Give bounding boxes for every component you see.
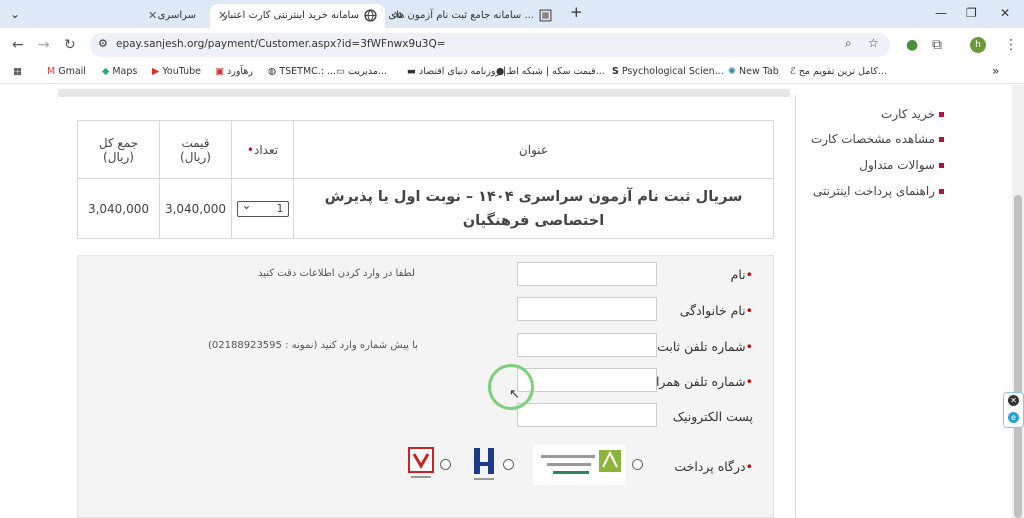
tab-label: سراسری: [157, 10, 196, 21]
sidebar-item-faq[interactable]: سوالات متداول: [859, 158, 944, 172]
email-input[interactable]: [517, 403, 657, 427]
url-text[interactable]: epay.sanjesh.org/payment/Customer.aspx?i…: [116, 38, 446, 50]
email-label: پست الکترونیک: [672, 409, 753, 424]
sidebar-item-buy-card[interactable]: خرید کارت: [881, 107, 944, 121]
phone-hint: با پیش شماره وارد کنید (نمونه : 02188923…: [208, 340, 418, 351]
phone-input[interactable]: [517, 333, 657, 357]
gateway-radio-melli[interactable]: [440, 459, 451, 470]
maximize-button[interactable]: ❐: [966, 6, 977, 20]
name-hint: لطفا در وارد کردن اطلاعات دقت کنید: [258, 268, 415, 279]
scrollbar-thumb[interactable]: [1014, 195, 1022, 518]
table-header-row: جمع کل (ریال) قیمت (ریال) •تعداد عنوان: [77, 120, 774, 179]
forward-icon[interactable]: →: [38, 37, 50, 53]
url-field[interactable]: ⚙ epay.sanjesh.org/payment/Customer.aspx…: [90, 33, 890, 57]
page-content: خرید کارت مشاهده مشخصات کارت سوالات متدا…: [0, 85, 1024, 518]
header-price: قیمت (ریال): [159, 120, 232, 179]
site-icon: [539, 9, 552, 22]
row-total: 3,040,000: [77, 178, 160, 239]
header-total: جمع کل (ریال): [77, 120, 160, 179]
extension-icon[interactable]: ●: [906, 37, 918, 53]
gateway-radio-saman[interactable]: [503, 459, 514, 470]
product-table: جمع کل (ریال) قیمت (ریال) •تعداد عنوان 3,0…: [77, 120, 774, 239]
tab-search-icon[interactable]: ⌄: [10, 7, 20, 21]
bookmark-youtube[interactable]: ▶ YouTube: [152, 66, 201, 77]
header-title: عنوان: [293, 120, 774, 179]
tab-label: سامانه خرید اینترنتی کارت اعتبار: [222, 10, 359, 21]
phone-label: •شماره تلفن ثابت: [657, 339, 753, 354]
quantity-select[interactable]: 1: [236, 198, 289, 217]
bookmark-new-tab[interactable]: ✺ New Tab: [728, 66, 779, 77]
name-input[interactable]: [517, 262, 657, 286]
mouse-cursor-icon: ↖: [509, 387, 520, 402]
bookmark-tsetmc[interactable]: ◍ TSETMC.: ...: [268, 66, 336, 77]
sadad-logo: [533, 445, 625, 485]
apps-icon[interactable]: ▦: [13, 66, 22, 77]
header-band: [58, 89, 790, 97]
row-title: سریال ثبت نام آزمون سراسری ۱۴۰۴ – نوبت ا…: [293, 178, 774, 239]
menu-icon[interactable]: ⋮: [1004, 37, 1018, 53]
customer-form: •نام لطفا در وارد کردن اطلاعات دقت کنید …: [77, 255, 774, 518]
sidebar-item-payment-guide[interactable]: راهنمای پرداخت اینترنتی: [813, 184, 944, 198]
close-icon[interactable]: ✕: [148, 9, 157, 22]
sidebar-item-view-card[interactable]: مشاهده مشخصات کارت: [811, 132, 944, 146]
row-qty-cell: 1: [231, 178, 294, 239]
table-row: 3,040,000 3,040,000 1 سریال ثبت نام آزمو…: [77, 178, 774, 239]
avatar[interactable]: h: [970, 37, 986, 53]
row-price: 3,040,000: [159, 178, 232, 239]
bookmark-rahavard[interactable]: ▣ رهآورد: [215, 66, 253, 77]
back-icon[interactable]: ←: [12, 37, 24, 53]
tab-label: سامانه جامع ثبت نام آزمون های ...: [388, 10, 534, 21]
site-info-icon[interactable]: ⚙: [98, 37, 108, 50]
puzzle-icon[interactable]: ⧉: [932, 37, 942, 53]
extension-logo-icon[interactable]: e: [1008, 412, 1019, 423]
close-window-button[interactable]: ✕: [1000, 6, 1010, 20]
saman-logo: [474, 448, 494, 480]
new-tab-button[interactable]: +: [570, 3, 583, 21]
minimize-button[interactable]: —: [935, 6, 947, 20]
bookmark-maps[interactable]: ◆ Maps: [102, 66, 137, 77]
tab-payment[interactable]: ✕ سامانه خرید اینترنتی کارت اعتبار: [210, 4, 385, 28]
bullet-icon: [939, 163, 944, 168]
bookmark-gmail[interactable]: M Gmail: [47, 66, 86, 77]
header-qty: •تعداد: [231, 120, 294, 179]
bookmark-psych[interactable]: S Psychological Scien...: [612, 66, 724, 77]
address-bar: ← → ↻ ⚙ epay.sanjesh.org/payment/Custome…: [0, 28, 1024, 62]
bullet-icon: [939, 112, 944, 117]
bookmark-taghvim[interactable]: ℰ کامل ترین تقویم مح...: [790, 66, 887, 77]
melli-logo: [408, 447, 434, 478]
family-label: •نام خانوادگی: [679, 303, 753, 318]
sidebar-divider: [795, 95, 796, 518]
extension-widget[interactable]: ✕ e: [1003, 392, 1024, 428]
close-icon[interactable]: ✕: [1008, 395, 1019, 406]
name-label: •نام: [730, 267, 753, 282]
bookmark-star-icon[interactable]: ☆: [868, 36, 879, 50]
reload-icon[interactable]: ↻: [64, 37, 76, 53]
bullet-icon: [939, 189, 944, 194]
gateway-label: •درگاه پرداخت: [674, 459, 753, 474]
family-input[interactable]: [517, 297, 657, 321]
tab-bar: ⌄ ✕ سراسری ✕ سامانه خرید اینترنتی کارت ا…: [0, 0, 1024, 28]
mobile-input[interactable]: [517, 368, 657, 392]
bookmark-gheymat-seke[interactable]: ● قیمت سکه | شبکه اط...: [496, 66, 605, 77]
bookmarks-bar: ▦ M Gmail ◆ Maps ▶ YouTube ▣ رهآورد ◍ TS…: [0, 62, 1024, 84]
bullet-icon: [939, 137, 944, 142]
gateway-radio-sadad[interactable]: [632, 459, 643, 470]
tab-registration[interactable]: ✕ سامانه جامع ثبت نام آزمون های ...: [385, 4, 560, 28]
tab-sarasari[interactable]: ✕ سراسری: [140, 4, 210, 28]
more-bookmarks-icon[interactable]: »: [992, 64, 999, 78]
mobile-label: •شماره تلفن همراه: [649, 374, 753, 389]
bookmark-modiriat[interactable]: ▭ مدیریت...: [336, 66, 387, 77]
zoom-icon[interactable]: ⌕: [845, 36, 852, 51]
globe-icon: [364, 9, 377, 22]
